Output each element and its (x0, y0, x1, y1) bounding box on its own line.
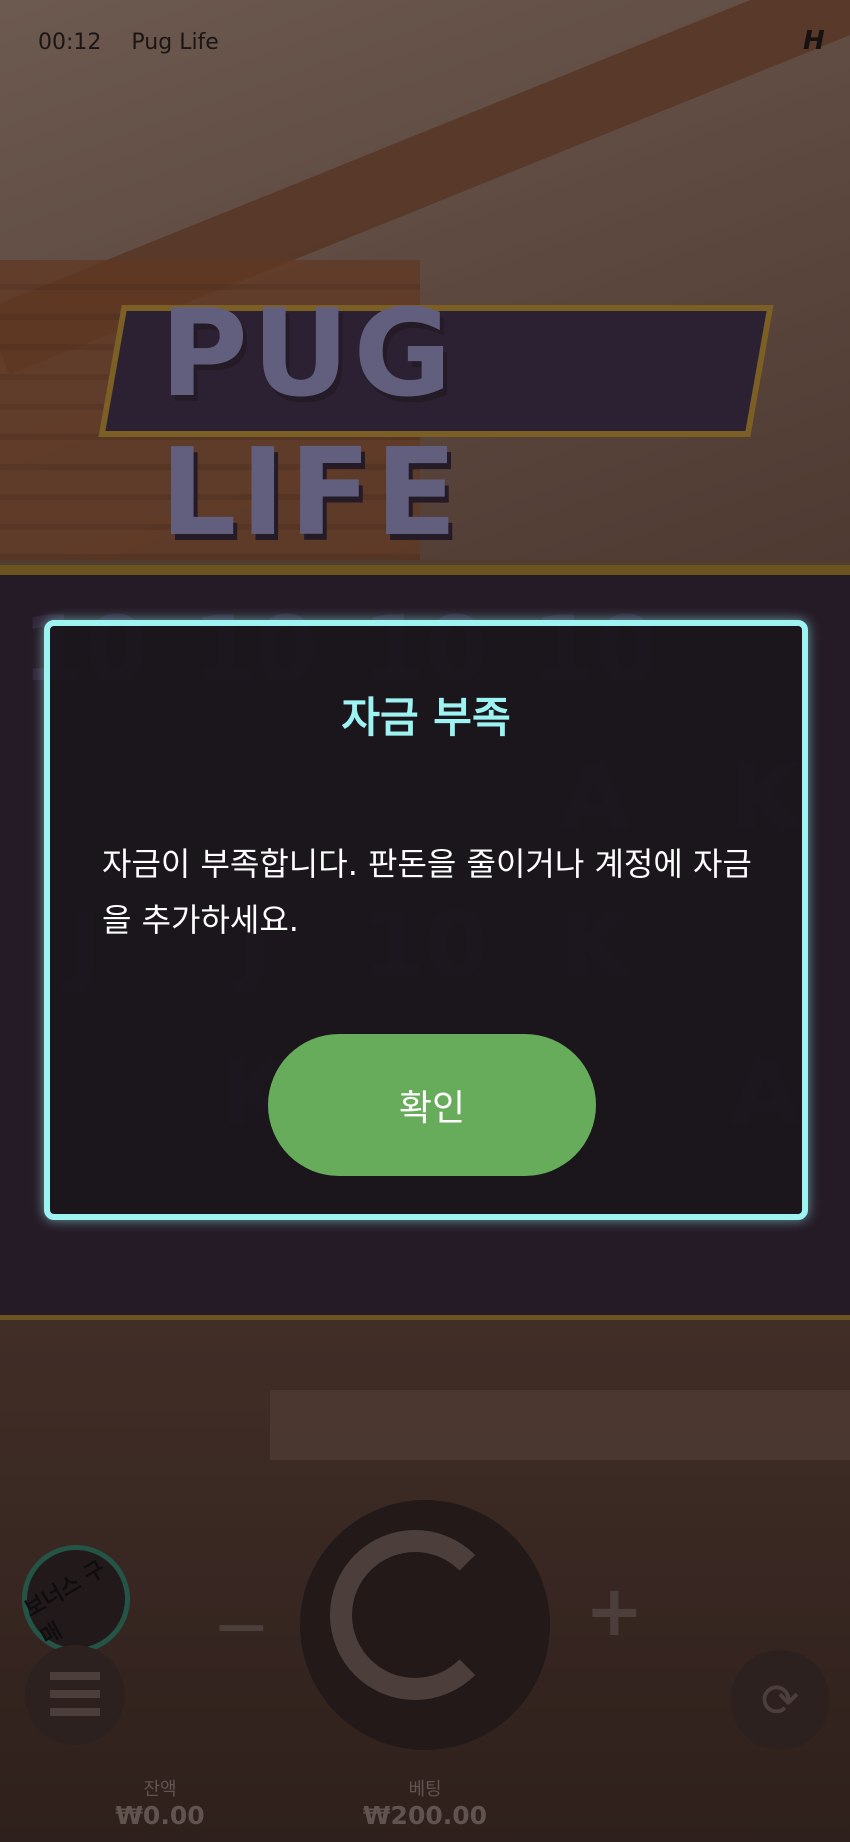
dialog-message: 자금이 부족합니다. 판돈을 줄이거나 계정에 자금을 추가하세요. (102, 845, 752, 939)
confirm-button[interactable]: 확인 (268, 1034, 596, 1176)
insufficient-funds-dialog: 자금 부족 자금이 부족합니다. 판돈을 줄이거나 계정에 자금을 추가하세요.… (44, 620, 808, 1220)
dialog-title: 자금 부족 (341, 693, 511, 742)
